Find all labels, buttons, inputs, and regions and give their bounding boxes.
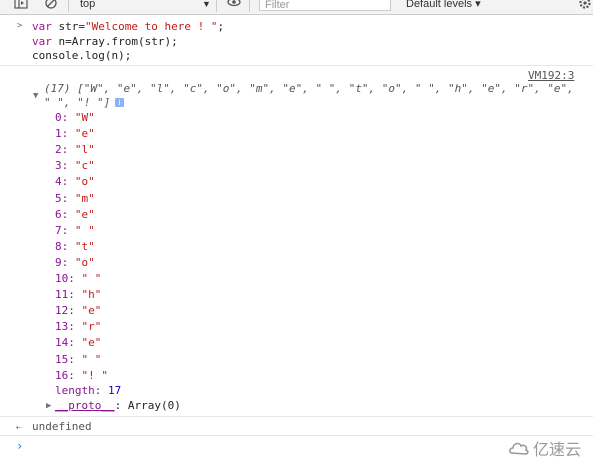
brand-watermark: 亿速云 xyxy=(508,436,581,460)
code-text: str= xyxy=(51,20,85,33)
live-expression-eye-icon[interactable] xyxy=(227,0,241,11)
array-value: "l" xyxy=(74,143,95,157)
array-index: 5: xyxy=(55,191,69,205)
array-value: "e" xyxy=(81,304,102,318)
string-literal: "Welcome to here ! " xyxy=(85,20,218,33)
array-preview-line-1[interactable]: (17) ["W", "e", "l", "c", "o", "m", "e",… xyxy=(44,81,574,96)
filter-input[interactable]: Filter xyxy=(259,0,391,11)
array-index: 15: xyxy=(55,352,75,366)
cloud-logo-icon xyxy=(509,442,529,455)
clear-console-icon[interactable] xyxy=(44,0,58,11)
array-value: "o" xyxy=(74,255,95,269)
array-item-row: 16: "! " xyxy=(55,368,108,383)
array-index: 10: xyxy=(55,272,75,285)
keyword-var: var xyxy=(32,35,52,48)
toolbar-separator xyxy=(249,0,250,12)
settings-gear-icon[interactable] xyxy=(578,0,592,11)
array-preview-line-2[interactable]: " ", "! "] xyxy=(44,95,110,110)
proto-value: : Array(0) xyxy=(114,399,181,412)
console-toolbar: top ▼ Filter Default levels ▾ xyxy=(0,0,593,15)
array-value: "t" xyxy=(74,239,95,253)
array-item-row: 1: "e" xyxy=(55,126,95,141)
info-icon[interactable]: i xyxy=(115,98,124,107)
keyword-var: var xyxy=(32,20,52,33)
array-index: 2: xyxy=(55,143,69,157)
proto-key: __proto__ xyxy=(55,399,115,412)
console-prompt-icon: › xyxy=(16,439,24,453)
array-index: 6: xyxy=(55,207,69,221)
toolbar-separator xyxy=(68,0,69,12)
array-item-row: 10: " " xyxy=(55,271,101,286)
array-item-row: 3: "c" xyxy=(55,158,95,173)
log-levels-dropdown[interactable]: Default levels ▾ xyxy=(406,0,481,11)
array-item-row: 11: "h" xyxy=(55,287,101,302)
array-item-row: 6: "e" xyxy=(55,207,95,222)
array-value: "r" xyxy=(81,320,102,334)
message-divider xyxy=(0,416,593,417)
array-value: "! " xyxy=(81,368,109,382)
length-row: length: 17 xyxy=(55,383,121,398)
watermark-text: 亿速云 xyxy=(533,440,582,459)
array-index: 12: xyxy=(55,304,75,318)
length-key: length: xyxy=(55,384,102,397)
array-item-row: 13: "r" xyxy=(55,319,101,334)
message-divider xyxy=(0,65,593,66)
array-item-row: 7: " " xyxy=(55,223,95,238)
array-preview-text: (17) ["W", "e", "l", "c", "o", "m", "e",… xyxy=(44,82,574,95)
array-value: "e" xyxy=(81,336,102,350)
command-line-2: var n=Array.from(str); xyxy=(32,34,178,49)
array-index: 3: xyxy=(55,159,69,173)
array-item-row: 0: "W" xyxy=(55,110,95,125)
command-line-1: var str="Welcome to here ! "; xyxy=(32,19,224,34)
array-item-row: 4: "o" xyxy=(55,174,95,189)
console-input[interactable] xyxy=(32,439,492,455)
array-value: " " xyxy=(74,223,95,237)
array-value: "W" xyxy=(74,111,95,124)
code-text: ; xyxy=(217,20,225,33)
array-index: 9: xyxy=(55,255,69,269)
context-dropdown-arrow-icon[interactable]: ▼ xyxy=(202,0,211,11)
sidebar-toggle-icon[interactable] xyxy=(14,0,28,11)
array-value: "m" xyxy=(74,191,95,205)
array-index: 0: xyxy=(55,111,69,124)
array-index: 11: xyxy=(55,288,75,302)
expand-triangle-icon[interactable]: ▼ xyxy=(33,91,38,101)
array-index: 1: xyxy=(55,127,69,141)
array-value: " " xyxy=(81,272,102,285)
input-prompt-icon: > xyxy=(17,21,23,31)
array-index: 16: xyxy=(55,368,75,382)
array-item-row: 14: "e" xyxy=(55,335,101,350)
array-index: 7: xyxy=(55,223,69,237)
command-line-3: console.log(n); xyxy=(32,49,132,62)
array-index: 13: xyxy=(55,320,75,334)
array-value: "e" xyxy=(74,127,95,141)
collapse-triangle-icon[interactable]: ▶ xyxy=(46,401,51,411)
array-value: "c" xyxy=(74,159,95,173)
array-item-row: 2: "l" xyxy=(55,142,95,157)
array-value: "h" xyxy=(81,288,102,302)
message-divider xyxy=(0,435,593,436)
proto-row[interactable]: __proto__: Array(0) xyxy=(55,398,181,413)
result-arrow-icon: ⇠ xyxy=(16,422,23,433)
array-item-row: 8: "t" xyxy=(55,239,95,254)
array-item-row: 5: "m" xyxy=(55,191,95,206)
array-value: " " xyxy=(81,352,102,366)
code-text: n=Array.from(str); xyxy=(51,35,178,48)
array-item-row: 9: "o" xyxy=(55,255,95,270)
length-value: 17 xyxy=(107,384,122,397)
array-value: "o" xyxy=(74,175,95,189)
array-value: "e" xyxy=(74,207,95,221)
toolbar-separator xyxy=(216,0,217,12)
context-selector[interactable]: top xyxy=(80,0,95,11)
array-preview-text: " ", "! "] xyxy=(44,96,111,109)
array-index: 4: xyxy=(55,175,69,189)
array-item-row: 12: "e" xyxy=(55,303,101,318)
array-index: 14: xyxy=(55,336,75,350)
array-item-row: 15: " " xyxy=(55,352,101,367)
result-value: undefined xyxy=(32,420,92,433)
array-index: 8: xyxy=(55,239,69,253)
